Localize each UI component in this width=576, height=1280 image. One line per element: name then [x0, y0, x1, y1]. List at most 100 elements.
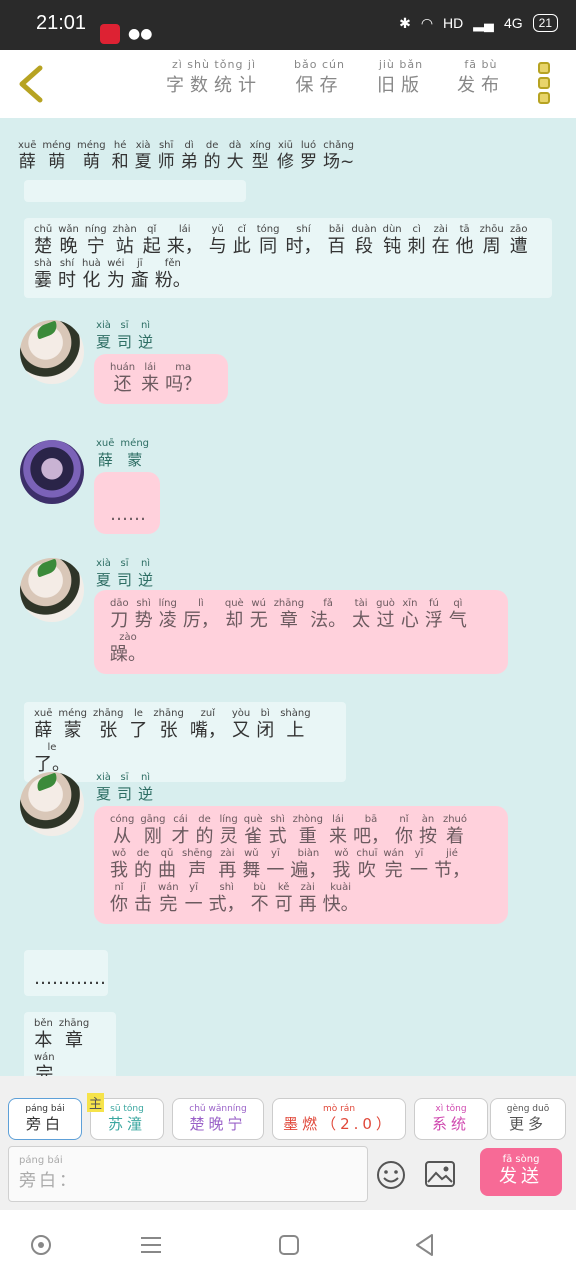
home-icon[interactable]: [276, 1232, 302, 1258]
chat-bubble[interactable]: huán 还 lái 来 ma 吗？: [94, 354, 228, 404]
pinyin: jī: [137, 258, 143, 269]
avatar-xue-meng[interactable]: [20, 440, 84, 504]
role-tab-0[interactable]: páng bái 旁白: [8, 1098, 82, 1140]
pinyin-char: de 的: [195, 814, 213, 848]
pinyin-char: xuē 薛: [18, 140, 36, 172]
pinyin-char: biàn 遍，: [290, 848, 326, 882]
pinyin-char: jī 击: [134, 882, 152, 916]
pinyin-char: xuē 薛: [34, 708, 52, 742]
pinyin: xià: [135, 140, 151, 151]
pinyin: de: [136, 848, 150, 859]
hanzi: 厉，: [182, 610, 219, 631]
toolbar-item-1[interactable]: bǎo cún 保存: [294, 58, 345, 97]
pinyin-char: chuī 吹: [356, 848, 377, 882]
wifi-icon: ◠: [420, 14, 434, 31]
pinyin-char: yī 一: [266, 848, 284, 882]
emoji-icon[interactable]: [376, 1160, 406, 1190]
role-tab-2[interactable]: chǔ wǎnníng 楚晚宁: [172, 1098, 264, 1140]
pinyin-char: zài 再: [299, 882, 317, 916]
image-icon[interactable]: [424, 1160, 456, 1188]
hanzi: 心: [400, 610, 419, 631]
pinyin: xīn: [402, 598, 418, 609]
hanzi: 薛: [18, 152, 36, 172]
pinyin-char: tóng 同: [257, 224, 280, 258]
story-title: xuē 薛 méng 萌 méng 萌 hé 和 xià 夏 shī 师 dì 弟 de 的 dà 大 xíng 型 x…: [18, 140, 360, 172]
toolbar-item-2[interactable]: jiù bǎn 旧版: [377, 58, 425, 97]
signal-icon: ▂▄: [473, 14, 494, 31]
hanzi: 重: [298, 826, 317, 847]
pinyin-char: de 的: [134, 848, 152, 882]
pinyin: wán: [34, 1052, 55, 1063]
pinyin-char: shà 霎: [34, 258, 52, 292]
pinyin: zài: [300, 882, 315, 893]
pinyin: dùn: [382, 224, 402, 235]
pinyin-char: bā 吧，: [353, 814, 389, 848]
hanzi: 大: [226, 152, 244, 172]
hanzi: 法。: [310, 610, 347, 631]
pinyin-char: yī 一: [410, 848, 428, 882]
pinyin: fěn: [164, 258, 181, 269]
message-input[interactable]: páng bái 旁白：: [8, 1146, 368, 1202]
hanzi: 式，: [208, 894, 245, 915]
role-tab-3[interactable]: mò rán 墨燃（2.0）: [272, 1098, 406, 1140]
hanzi: 此: [232, 236, 251, 257]
narration-message[interactable]: …………: [24, 950, 108, 996]
pinyin: què: [224, 598, 244, 609]
chat-bubble[interactable]: dāo 刀 shì 势 líng 凌 lì 厉， què 却 wú 无 zhāng 章 fǎ 法。 tài 太 gu…: [94, 590, 508, 674]
pinyin-char: kuài 快。: [323, 882, 359, 916]
hanzi: 完: [35, 1064, 54, 1076]
pinyin-char: yǔ 与: [209, 224, 227, 258]
role-tab-4[interactable]: xì tǒng 系统: [414, 1098, 488, 1140]
back-nav-icon[interactable]: [412, 1232, 438, 1258]
chat-area[interactable]: xuē 薛 méng 萌 méng 萌 hé 和 xià 夏 shī 师 dì 弟 de 的 dà 大 xíng 型 x…: [0, 118, 576, 1076]
pinyin: zhuó: [442, 814, 468, 825]
pinyin: bù: [253, 882, 266, 893]
narration-message[interactable]: běn 本 zhāng 章 wán 完: [24, 1012, 116, 1076]
pinyin: wǒ: [334, 848, 349, 859]
hanzi: 气: [448, 610, 467, 631]
hanzi: 蒙: [63, 720, 82, 741]
pinyin-char: xià 夏: [96, 772, 111, 804]
toolbar-item-0[interactable]: zì shù tǒng jì 字数统计: [166, 58, 262, 97]
hanzi: 周: [482, 236, 501, 257]
hanzi: 逆: [138, 571, 154, 589]
battery-icon: 21: [532, 14, 558, 32]
more-menu-icon[interactable]: [538, 62, 554, 106]
role-tab-5[interactable]: gèng duō 更多: [490, 1098, 566, 1140]
pinyin-char: sī 司: [117, 558, 132, 590]
pinyin: xuē: [34, 708, 53, 719]
narration-message[interactable]: chǔ 楚 wǎn 晚 níng 宁 zhàn 站 qǐ 起 lái 来， yǔ 与 cǐ 此 tóng 同 shí…: [24, 218, 552, 298]
pinyin-char: xuē 薛: [96, 438, 114, 470]
hanzi: 一: [410, 860, 428, 881]
hanzi: 吹: [357, 860, 376, 881]
pinyin-char: àn 按: [419, 814, 437, 848]
avatar-xia-sini[interactable]: [20, 558, 84, 622]
role-tab-pinyin: mò rán: [322, 1104, 356, 1114]
pinyin: yī: [271, 848, 280, 859]
send-button[interactable]: fā sòng 发送: [480, 1148, 562, 1196]
back-arrow-icon[interactable]: [16, 64, 46, 104]
assistant-icon[interactable]: [28, 1232, 54, 1258]
app-notification-icon: [100, 24, 120, 44]
avatar-xia-sini[interactable]: [20, 320, 84, 384]
hanzi: 吗？: [165, 374, 202, 395]
pinyin: luó: [300, 140, 317, 151]
hanzi: 按: [418, 826, 437, 847]
pinyin: tài: [354, 598, 368, 609]
chat-bubble[interactable]: ……: [94, 472, 160, 534]
toolbar-item-3[interactable]: fā bù 发布: [457, 58, 505, 97]
pinyin: lì: [198, 598, 204, 609]
role-tab-1[interactable]: sū tóng 苏潼主: [87, 1093, 164, 1140]
pinyin-char: fú 浮: [425, 598, 443, 632]
chat-bubble[interactable]: cóng 从 gāng 刚 cái 才 de 的 líng 灵 què 雀 shì 式 zhòng 重 lái 来…: [94, 806, 508, 924]
hanzi: 时，: [285, 236, 322, 257]
pinyin: líng: [219, 814, 238, 825]
narration-message[interactable]: xuē 薛 méng 蒙 zhāng 张 le 了 zhāng 张 zuǐ 嘴， yòu 又 bì 闭 shàn…: [24, 702, 346, 782]
hanzi: 着: [445, 826, 464, 847]
avatar-xia-sini[interactable]: [20, 772, 84, 836]
pinyin-char: …………: [34, 956, 106, 990]
pinyin: tóng: [256, 224, 280, 235]
pinyin-char: shì 势: [135, 598, 153, 632]
pinyin: méng: [42, 140, 72, 151]
menu-icon[interactable]: [138, 1232, 164, 1258]
